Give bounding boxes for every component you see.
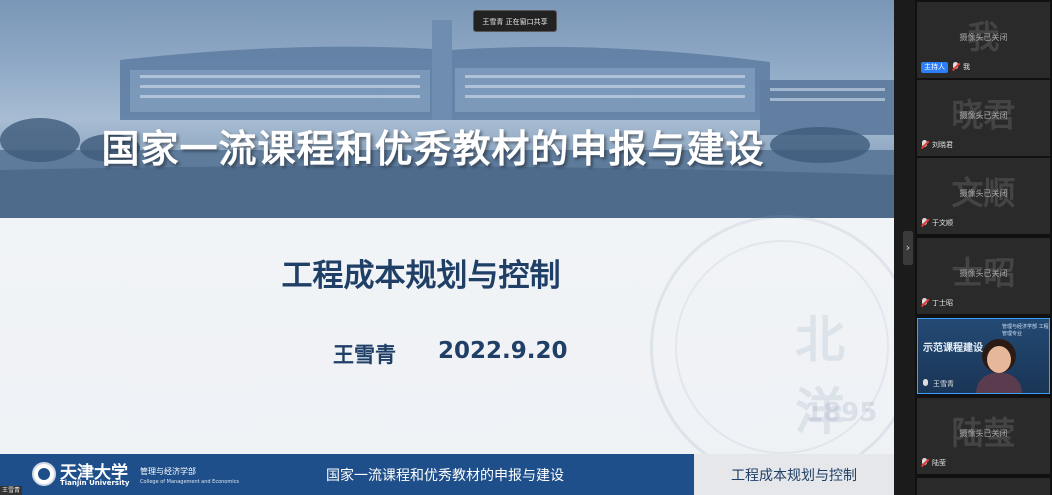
camera-off-status: 摄像头已关闭: [959, 111, 1008, 120]
presentation-date: 2022.9.20: [438, 338, 568, 364]
screen-share-status-badge[interactable]: 王雪青 正在窗口共享: [473, 10, 557, 32]
participant-tile[interactable]: 陆莹 摄像头已关闭 陆莹: [917, 398, 1050, 474]
meeting-window: 国家一流课程和优秀教材的申报与建设 北洋 1895 工程成本规划与控制 王雪青 …: [0, 0, 1052, 495]
participant-footer: 丁士昭: [921, 296, 953, 310]
slide-banner: 国家一流课程和优秀教材的申报与建设: [0, 0, 894, 218]
camera-off-status: 摄像头已关闭: [959, 429, 1008, 438]
presentation-slide: 国家一流课程和优秀教材的申报与建设 北洋 1895 工程成本规划与控制 王雪青 …: [0, 0, 894, 495]
campus-building-image: [0, 20, 894, 218]
author-name: 王雪青: [333, 343, 396, 367]
participant-name: 刘晓君: [932, 141, 953, 149]
participant-tile[interactable]: 士昭 摄像头已关闭 丁士昭: [917, 238, 1050, 314]
mic-muted-icon: [921, 140, 928, 150]
university-name-en: Tianjin University: [60, 479, 130, 487]
mic-muted-icon: [952, 62, 959, 72]
seal-year: 1895: [805, 398, 878, 428]
shared-screen-area: 国家一流课程和优秀教材的申报与建设 北洋 1895 工程成本规划与控制 王雪青 …: [0, 0, 894, 495]
mic-muted-icon: [921, 458, 928, 468]
participant-list: 我 摄像头已关闭 主持人 我 晓君 摄像头已关闭 刘晓君 文顺 摄像头已关闭 于…: [915, 0, 1052, 495]
video-slide-title: 示范课程建设: [923, 343, 983, 354]
chevron-right-icon[interactable]: ›: [903, 231, 913, 265]
participant-footer: 陆莹: [921, 456, 946, 470]
camera-off-status: 摄像头已关闭: [959, 269, 1008, 278]
participant-footer: 主持人 我: [921, 60, 970, 74]
university-logo-inner: [38, 468, 50, 480]
school-name-en: College of Management and Economics: [140, 479, 239, 485]
camera-off-status: 摄像头已关闭: [959, 189, 1008, 198]
banner-title: 国家一流课程和优秀教材的申报与建设: [101, 127, 765, 171]
participant-tile[interactable]: 文顺 摄像头已关闭 于文顺: [917, 158, 1050, 234]
participant-name: 陆莹: [932, 459, 946, 467]
camera-off-status: 摄像头已关闭: [959, 33, 1008, 42]
active-speaker-label: 王雪青: [0, 486, 22, 495]
school-name-cn: 管理与经济学部: [140, 467, 196, 476]
participant-name: 于文顺: [932, 219, 953, 227]
mic-muted-icon: [921, 218, 928, 228]
participant-footer: 于文顺: [921, 216, 953, 230]
host-badge: 主持人: [921, 61, 948, 73]
course-title: 工程成本规划与控制: [281, 258, 561, 294]
participant-name: 丁士昭: [932, 299, 953, 307]
participant-footer: 刘晓君: [921, 138, 953, 152]
footer-right-text: 工程成本规划与控制: [731, 468, 857, 484]
footer-center-text: 国家一流课程和优秀教材的申报与建设: [326, 468, 564, 484]
participant-tile[interactable]: 我 摄像头已关闭 主持人 我: [917, 2, 1050, 78]
participant-footer: 王雪青: [922, 379, 954, 389]
participant-name: 我: [963, 63, 970, 71]
speaker-avatar: [976, 339, 1022, 393]
participant-tile[interactable]: 晓君 摄像头已关闭 刘晓君: [917, 80, 1050, 156]
mic-muted-icon: [921, 298, 928, 308]
video-slide-header: 管理与经济学部 工程管理专业: [1002, 324, 1049, 337]
participant-tile-partial[interactable]: [917, 478, 1050, 495]
participant-video-tile[interactable]: 管理与经济学部 工程管理专业 示范课程建设 王雪青: [917, 318, 1050, 394]
participant-name: 王雪青: [933, 380, 954, 388]
mic-on-icon: [922, 379, 929, 389]
